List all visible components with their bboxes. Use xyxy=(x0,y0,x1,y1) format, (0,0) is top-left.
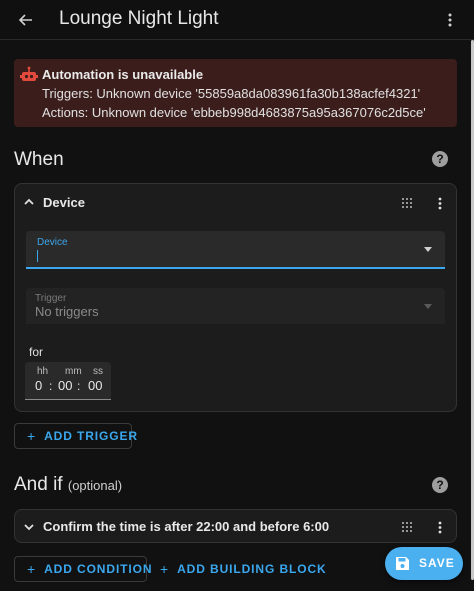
chevron-up-icon[interactable] xyxy=(22,195,36,209)
optional-label: (optional) xyxy=(67,478,123,493)
and-if-help-button[interactable]: ? xyxy=(432,477,448,493)
hours-input[interactable]: 0 xyxy=(35,378,42,393)
seconds-unit-label: ss xyxy=(93,366,103,377)
condition-card-menu-button[interactable] xyxy=(433,518,447,536)
dots-vertical-icon xyxy=(448,13,452,27)
arrow-left-icon xyxy=(18,14,32,26)
save-button[interactable]: SAVE xyxy=(385,547,463,580)
chevron-down-icon[interactable] xyxy=(22,520,36,534)
overflow-menu-button[interactable] xyxy=(438,7,462,33)
hours-unit-label: hh xyxy=(37,366,49,377)
drag-handle-icon[interactable] xyxy=(401,521,413,533)
condition-card-title: Confirm the time is after 22:00 and befo… xyxy=(43,519,330,534)
time-separator: : xyxy=(77,379,81,393)
when-heading: When xyxy=(14,149,64,170)
trigger-card-title: Device xyxy=(43,195,85,210)
device-field[interactable]: Device xyxy=(26,231,445,269)
for-label: for xyxy=(29,345,44,359)
top-app-bar: Lounge Night Light xyxy=(0,0,474,40)
plus-icon: + xyxy=(27,561,37,577)
and-if-title: And if xyxy=(14,474,63,495)
alert-title: Automation is unavailable xyxy=(42,67,204,82)
add-building-block-button[interactable]: + ADD BUILDING BLOCK xyxy=(160,556,327,582)
minutes-unit-label: mm xyxy=(65,366,82,377)
trigger-select[interactable]: Trigger No triggers xyxy=(26,288,445,324)
help-circle-icon: ? xyxy=(436,478,444,492)
unavailable-alert: Automation is unavailable Triggers: Unkn… xyxy=(14,59,457,127)
add-building-block-label: ADD BUILDING BLOCK xyxy=(177,562,327,576)
back-button[interactable] xyxy=(12,6,40,34)
floppy-disk-icon xyxy=(396,557,409,570)
when-help-button[interactable]: ? xyxy=(432,151,448,167)
trigger-card-menu-button[interactable] xyxy=(433,194,447,212)
trigger-select-label: Trigger xyxy=(35,293,67,304)
dots-vertical-icon xyxy=(438,521,442,533)
plus-icon: + xyxy=(160,561,170,577)
device-field-label: Device xyxy=(37,237,68,248)
duration-input[interactable]: hh mm ss 0 : 00 : 00 xyxy=(25,362,111,400)
chevron-down-icon xyxy=(424,304,432,309)
alert-actions-line: Actions: Unknown device 'ebbeb998d468387… xyxy=(42,105,426,120)
add-condition-label: ADD CONDITION xyxy=(44,562,153,576)
add-condition-button[interactable]: + ADD CONDITION xyxy=(14,556,152,582)
time-separator: : xyxy=(49,379,53,393)
chevron-down-icon xyxy=(424,247,432,252)
minutes-input[interactable]: 00 xyxy=(58,378,72,393)
help-circle-icon: ? xyxy=(436,152,444,166)
dots-vertical-icon xyxy=(438,197,442,209)
seconds-input[interactable]: 00 xyxy=(88,378,102,393)
text-cursor xyxy=(37,250,38,262)
add-trigger-label: ADD TRIGGER xyxy=(44,429,138,443)
condition-card[interactable]: Confirm the time is after 22:00 and befo… xyxy=(14,509,457,543)
save-label: SAVE xyxy=(419,556,455,570)
plus-icon: + xyxy=(27,428,37,444)
trigger-select-value: No triggers xyxy=(35,304,99,319)
robot-off-icon xyxy=(20,66,38,81)
page-title: Lounge Night Light xyxy=(59,8,219,29)
drag-handle-icon[interactable] xyxy=(401,197,413,209)
and-if-heading: And if (optional) xyxy=(14,474,122,496)
alert-triggers-line: Triggers: Unknown device '55859a8da08396… xyxy=(42,86,421,101)
add-trigger-button[interactable]: + ADD TRIGGER xyxy=(14,423,137,449)
